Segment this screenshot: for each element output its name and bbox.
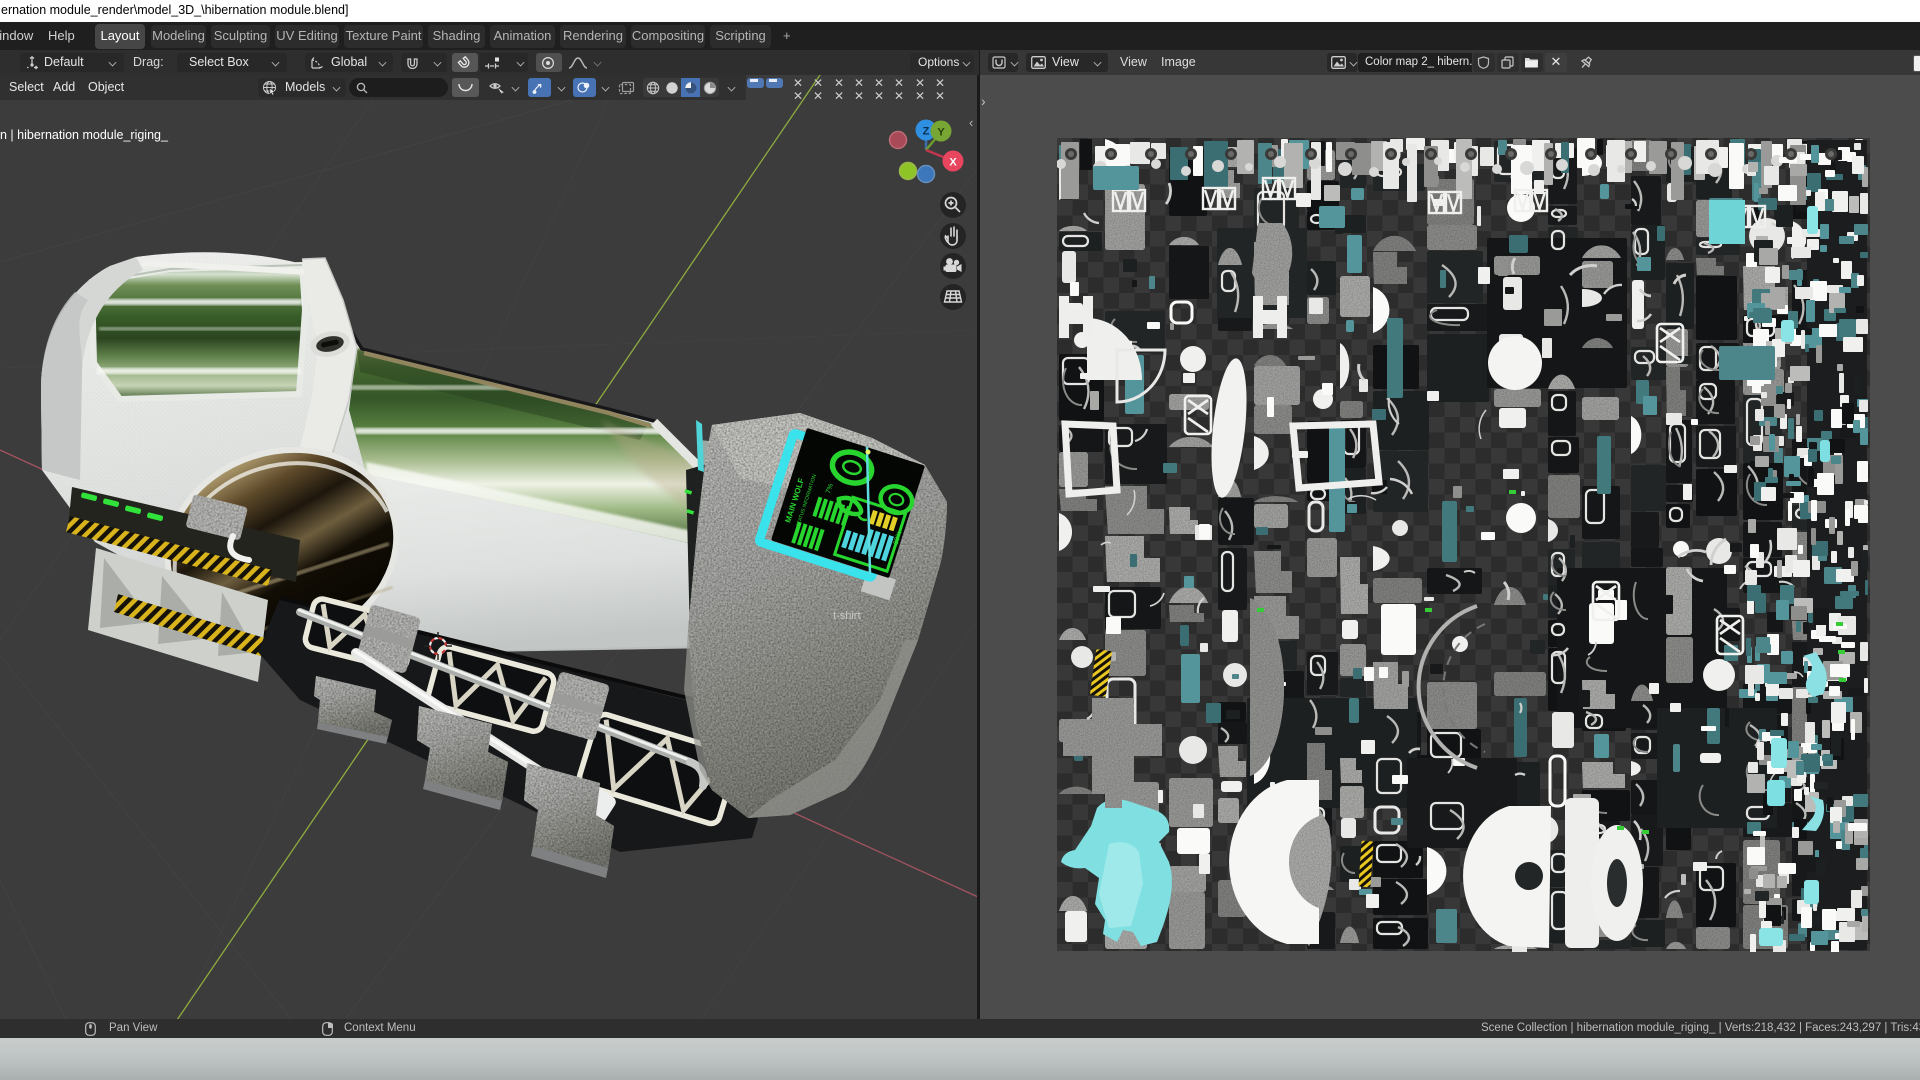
svg-text:‹: ‹ (969, 115, 973, 130)
svg-text:n | hibernation module_riging_: n | hibernation module_riging_ (0, 128, 169, 142)
svg-text:Z: Z (923, 126, 930, 138)
svg-text:t-shirt: t-shirt (833, 610, 861, 622)
svg-text:X: X (949, 157, 957, 169)
svg-text:Y: Y (937, 127, 945, 139)
